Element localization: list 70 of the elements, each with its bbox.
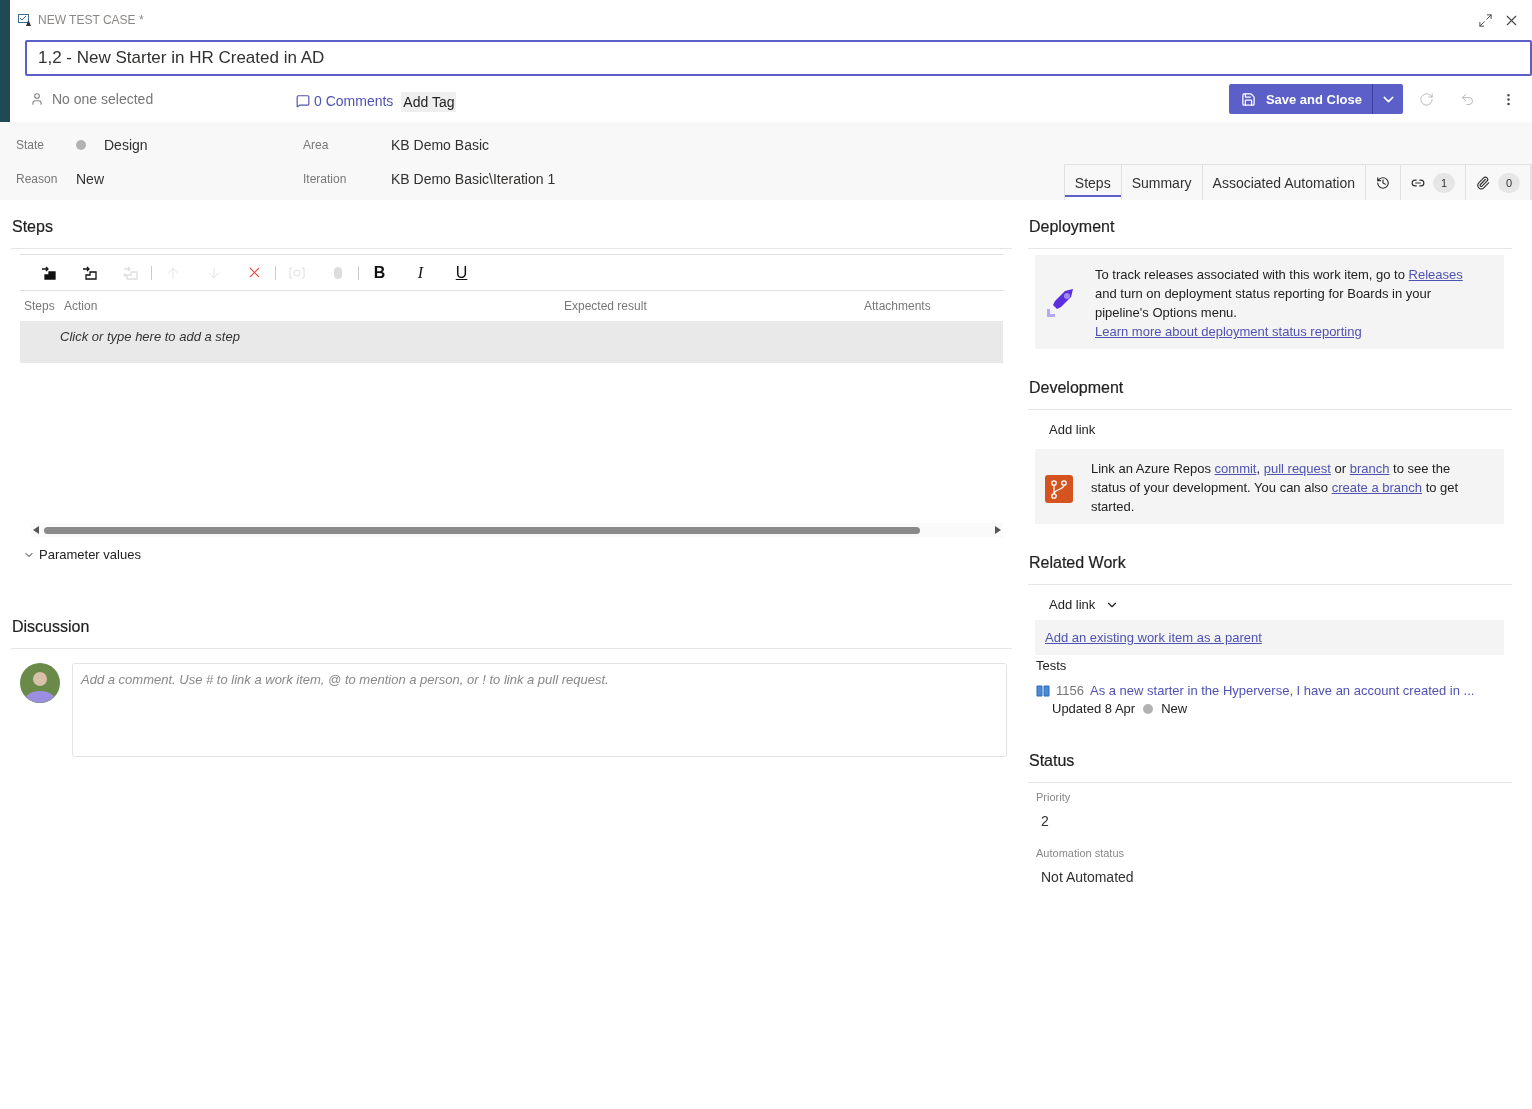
test-case-icon xyxy=(18,13,32,27)
work-item-state: New xyxy=(1161,701,1188,716)
column-header: Attachments xyxy=(864,299,932,313)
italic-button[interactable]: I xyxy=(400,258,441,287)
field-value[interactable]: New xyxy=(76,171,104,187)
field-label: Reason xyxy=(16,172,59,186)
field-value[interactable]: 2 xyxy=(1028,803,1512,839)
add-link-button[interactable]: Add link xyxy=(1028,410,1096,443)
person-icon xyxy=(30,92,44,106)
section-title: Development xyxy=(1028,349,1512,410)
section-title: Related Work xyxy=(1028,524,1512,585)
bold-button[interactable]: B xyxy=(359,258,400,287)
assigned-to[interactable]: No one selected xyxy=(52,91,154,107)
column-header: Steps xyxy=(24,299,56,313)
column-header: Action xyxy=(64,299,99,313)
add-link-button[interactable]: Add link xyxy=(1028,585,1120,618)
tab[interactable]: 0 xyxy=(1466,165,1531,200)
save-and-close-button[interactable]: Save and Close xyxy=(1228,84,1373,114)
tab[interactable]: Associated Automation xyxy=(1202,165,1366,200)
field-label: Automation status xyxy=(1035,846,1126,859)
inline-link[interactable]: pull request xyxy=(1263,461,1331,476)
field-value[interactable]: Not Automated xyxy=(1028,859,1512,895)
section-title: Discussion xyxy=(11,600,1012,649)
book-icon xyxy=(1036,684,1050,697)
link-group-label: Tests xyxy=(1035,657,1068,673)
history-icon xyxy=(1376,175,1390,190)
updated-date: Updated 8 Apr xyxy=(1052,701,1136,716)
title-field[interactable]: 1,2 - New Starter in HR Created in AD xyxy=(25,40,1532,76)
field-label: Area xyxy=(303,138,330,152)
expand-icon xyxy=(1478,12,1493,28)
inline-link[interactable]: Learn more about deployment status reporting xyxy=(1095,324,1362,339)
work-item-type: NEW TEST CASE * xyxy=(38,13,145,27)
tab[interactable]: Summary xyxy=(1121,165,1203,200)
field-value[interactable]: KB Demo Basic xyxy=(391,137,490,153)
save-icon xyxy=(1240,91,1256,107)
comment-icon xyxy=(296,94,310,108)
avatar xyxy=(20,663,60,703)
column-header: Expected result xyxy=(564,299,648,313)
parameter-values-toggle[interactable]: Parameter values xyxy=(23,547,141,562)
underline-button[interactable]: U xyxy=(441,258,482,287)
inline-link[interactable]: Releases xyxy=(1408,267,1463,282)
tab[interactable]: Steps xyxy=(1064,165,1122,200)
inline-link[interactable]: create a branch xyxy=(1331,480,1422,495)
repository-icon xyxy=(1045,472,1073,503)
horizontal-scrollbar[interactable] xyxy=(31,523,1003,537)
tab[interactable]: 1 xyxy=(1401,165,1466,200)
field-label: Iteration xyxy=(303,172,348,186)
add-parent-link[interactable]: Add an existing work item as a parent xyxy=(1045,630,1262,645)
add-step-row[interactable]: Click or type here to add a step xyxy=(20,321,1003,363)
field-label: Priority xyxy=(1035,790,1072,803)
inline-link[interactable]: branch xyxy=(1349,461,1390,476)
count-badge: 0 xyxy=(1498,172,1520,193)
save-options-button[interactable] xyxy=(1373,84,1403,114)
section-title: Steps xyxy=(11,200,1012,249)
deployment-message: To track releases associated with this work item, go to Releases and turn on deployment status reporting for Boards in your pipeline's Options menu. Learn more about deployment status reporting xyxy=(1095,266,1464,341)
work-item-id: 1156 xyxy=(1056,683,1084,698)
development-message: Link an Azure Repos commit, pull request or branch to see the status of your development. You can also create a branch to get started. xyxy=(1091,460,1460,516)
paperclip-icon xyxy=(1476,175,1490,190)
add-tag-button[interactable]: Add Tag xyxy=(401,92,457,112)
undo-icon xyxy=(1460,91,1475,107)
section-title: Deployment xyxy=(1028,200,1512,249)
field-label: State xyxy=(16,138,46,152)
section-title: Status xyxy=(1028,716,1512,783)
work-item-link[interactable]: As a new starter in the Hyperverse, I have an account created in ... xyxy=(1089,683,1475,698)
field-value[interactable]: KB Demo Basic\Iteration 1 xyxy=(391,171,556,187)
comment-field[interactable]: Add a comment. Use # to link a work item, @ to mention a person, or ! to link a pull request. xyxy=(72,663,1007,757)
comments-link[interactable]: 0 Comments xyxy=(296,89,394,109)
count-badge: 1 xyxy=(1433,172,1455,193)
refresh-icon xyxy=(1419,91,1434,107)
field-value[interactable]: Design xyxy=(104,137,148,153)
